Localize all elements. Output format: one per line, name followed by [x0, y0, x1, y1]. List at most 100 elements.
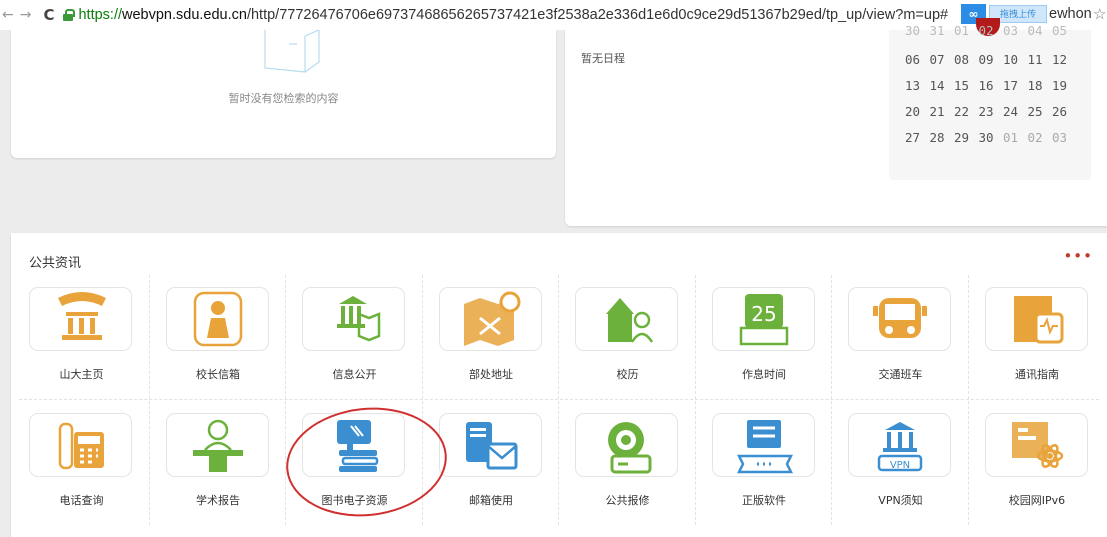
calendar-day[interactable]: 14	[930, 78, 955, 93]
drag-upload-widget[interactable]: ∞ 拖拽上传	[961, 4, 1048, 24]
service-tile[interactable]: 校历	[559, 275, 696, 401]
service-tile[interactable]: 公共报修	[559, 401, 696, 527]
info-disclosure-icon[interactable]	[302, 287, 405, 351]
service-tile[interactable]: VPN VPN须知	[832, 401, 969, 527]
mailbox-icon[interactable]	[438, 413, 542, 477]
url-tail: ewhon	[1049, 6, 1092, 22]
no-schedule-text: 暂无日程	[581, 52, 625, 65]
vpn-icon[interactable]: VPN	[848, 413, 951, 477]
map-location-icon[interactable]	[438, 287, 542, 351]
calendar-day[interactable]: 19	[1052, 78, 1077, 93]
calendar-day[interactable]: 29	[954, 130, 979, 145]
forward-icon[interactable]: →	[20, 7, 32, 23]
calendar-day[interactable]: 20	[905, 104, 930, 119]
calendar-day[interactable]: 24	[1003, 104, 1028, 119]
calendar-day-next-month[interactable]: 02	[1028, 130, 1053, 145]
calendar-row: 06 07 08 09 10 11 12	[905, 52, 1077, 67]
service-tile[interactable]: 校长信箱	[150, 275, 287, 401]
service-label[interactable]: 校园网IPv6	[969, 492, 1106, 508]
service-label[interactable]: 信息公开	[286, 366, 423, 382]
school-calendar-icon[interactable]	[575, 287, 678, 351]
service-tile[interactable]: 信息公开	[286, 275, 423, 401]
service-label[interactable]: 作息时间	[696, 366, 833, 382]
mini-calendar: 30 31 01 02 03 04 05 06 07 08 09 10 11 12 13 14 15 16 17…	[889, 18, 1091, 180]
calendar-day[interactable]: 13	[905, 78, 930, 93]
bookmark-star-icon[interactable]: ☆	[1093, 5, 1106, 23]
service-label[interactable]: 山大主页	[13, 366, 150, 382]
schedule-panel: 暂无日程 30 31 01 02 03 04 05 06 07 08 09 10 11 12 13 14 1…	[565, 18, 1107, 226]
service-tile[interactable]: 山大主页	[13, 275, 150, 401]
academic-report-icon[interactable]	[165, 413, 269, 477]
service-label[interactable]: 公共报修	[559, 492, 696, 508]
calendar-day[interactable]: 30	[905, 23, 930, 38]
section-title: 公共资讯	[29, 256, 82, 271]
calendar-day[interactable]: 08	[954, 52, 979, 67]
service-tile[interactable]: 25 作息时间	[696, 275, 833, 401]
calendar-day[interactable]: 30	[979, 130, 1004, 145]
calendar-day[interactable]: 06	[905, 52, 930, 67]
service-label[interactable]: 学术报告	[150, 492, 287, 508]
licensed-software-icon[interactable]	[711, 413, 815, 477]
calendar-day[interactable]: 09	[979, 52, 1004, 67]
calendar-day[interactable]: 11	[1028, 52, 1053, 67]
service-label[interactable]: 交通班车	[832, 366, 969, 382]
calendar-day[interactable]: 12	[1052, 52, 1077, 67]
column-divider	[831, 275, 832, 525]
calendar-day[interactable]: 23	[979, 104, 1004, 119]
calendar-day[interactable]: 31	[930, 23, 955, 38]
service-label[interactable]: 部处地址	[423, 366, 560, 382]
calendar-day[interactable]: 17	[1003, 78, 1028, 93]
calendar-day[interactable]: 02	[979, 23, 1004, 38]
calendar-day-next-month[interactable]: 01	[1003, 130, 1028, 145]
calendar-day[interactable]: 22	[954, 104, 979, 119]
schedule-time-icon[interactable]: 25	[711, 287, 815, 351]
calendar-day[interactable]: 01	[954, 23, 979, 38]
calendar-day[interactable]: 18	[1028, 78, 1053, 93]
calendar-day[interactable]: 05	[1052, 23, 1077, 38]
service-tile[interactable]: 电话查询	[13, 401, 150, 527]
service-label[interactable]: 通讯指南	[969, 366, 1106, 382]
service-label[interactable]: 邮箱使用	[423, 492, 560, 508]
calendar-day[interactable]: 26	[1052, 104, 1077, 119]
president-mailbox-icon[interactable]	[165, 287, 269, 351]
service-label[interactable]: 电话查询	[13, 492, 150, 508]
calendar-day[interactable]: 16	[979, 78, 1004, 93]
url-field[interactable]: https://webvpn.sdu.edu.cn/http/777264767…	[78, 7, 948, 23]
search-results-panel: 暂时没有您检索的内容	[11, 30, 556, 158]
service-label[interactable]: 正版软件	[696, 492, 833, 508]
service-tile[interactable]: 交通班车	[832, 275, 969, 401]
calendar-day-next-month[interactable]: 03	[1052, 130, 1077, 145]
calendar-day[interactable]: 07	[930, 52, 955, 67]
calendar-day[interactable]: 21	[930, 104, 955, 119]
service-label[interactable]: 校长信箱	[150, 366, 287, 382]
reload-icon[interactable]: C	[43, 6, 54, 24]
column-divider	[558, 275, 559, 525]
svg-text:25: 25	[751, 302, 776, 326]
calendar-day[interactable]: 10	[1003, 52, 1028, 67]
university-welcome-icon[interactable]	[29, 287, 132, 351]
calendar-day[interactable]: 27	[905, 130, 930, 145]
service-label[interactable]: 校历	[559, 366, 696, 382]
telephone-icon[interactable]	[29, 413, 132, 477]
url-scheme: https://	[78, 7, 123, 23]
calendar-day[interactable]: 28	[930, 130, 955, 145]
service-tile[interactable]: 通讯指南	[969, 275, 1106, 401]
url-path: /http/77726476706e69737468656265737421e3…	[246, 7, 949, 23]
service-tile[interactable]: 学术报告	[150, 401, 287, 527]
more-icon[interactable]: •••	[1063, 247, 1093, 265]
bus-icon[interactable]	[848, 287, 951, 351]
ipv6-icon[interactable]	[984, 413, 1088, 477]
calendar-day[interactable]: 25	[1028, 104, 1053, 119]
service-label[interactable]: VPN须知	[832, 492, 969, 508]
repair-icon[interactable]	[575, 413, 678, 477]
empty-search-text: 暂时没有您检索的内容	[228, 92, 339, 105]
service-tile[interactable]: 正版软件	[696, 401, 833, 527]
calendar-day[interactable]: 15	[954, 78, 979, 93]
contact-guide-icon[interactable]	[984, 287, 1088, 351]
url-host: webvpn.sdu.edu.cn	[122, 7, 247, 23]
service-tile[interactable]: 校园网IPv6	[969, 401, 1106, 527]
calendar-day[interactable]: 04	[1028, 23, 1053, 38]
back-icon[interactable]: ←	[2, 7, 14, 23]
calendar-day[interactable]: 03	[1003, 23, 1028, 38]
service-tile[interactable]: 部处地址	[423, 275, 560, 401]
